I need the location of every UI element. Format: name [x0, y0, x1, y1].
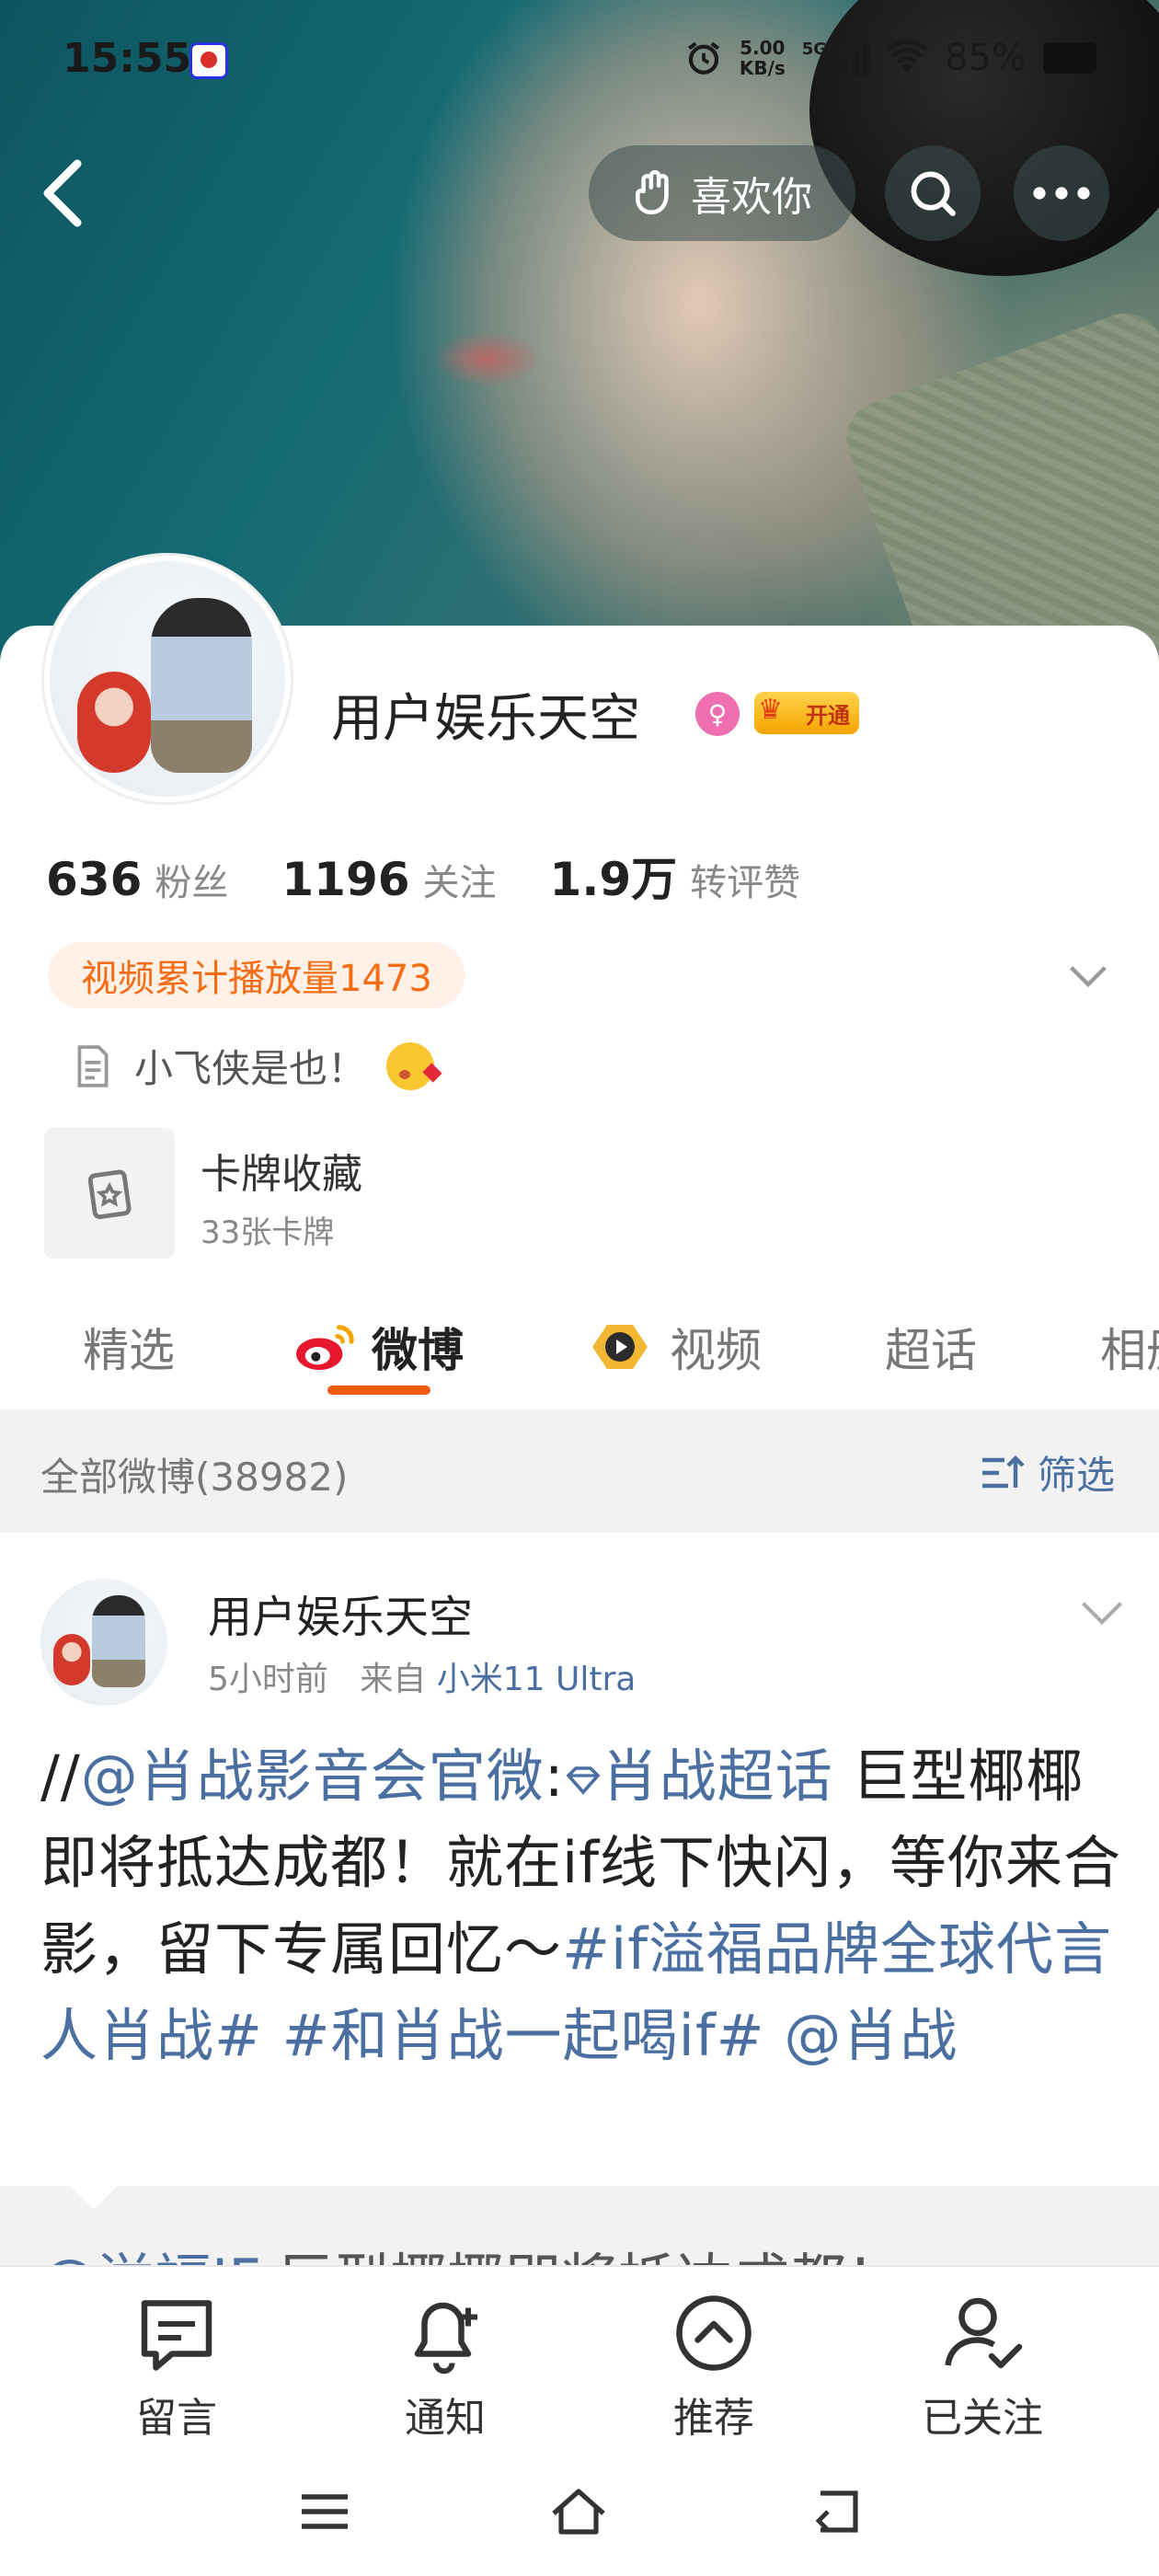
status-time: 15:55 — [63, 35, 192, 82]
bottom-action-bar: 留言 通知 推荐 已关注 — [0, 2265, 1159, 2447]
post-device[interactable]: 小米11 Ultra — [437, 1661, 637, 1698]
message-icon — [141, 2300, 212, 2371]
mention-link[interactable]: @肖战 — [784, 2002, 958, 2069]
crown-icon: ♛ — [758, 694, 783, 726]
stat-following[interactable]: 1196 关注 — [281, 853, 496, 906]
alarm-icon — [687, 41, 719, 75]
stat-interactions[interactable]: 1.9万 转评赞 — [550, 843, 801, 909]
profile-bio: 小飞侠是也！ — [72, 1038, 435, 1094]
quoted-post[interactable]: @溢福IF:巨型椰椰即将抵达成都！ — [0, 2186, 1159, 2278]
super-topic-link[interactable]: 肖战超话 — [565, 1742, 833, 1810]
chevron-up-circle-icon — [676, 2295, 752, 2371]
chevron-left-icon — [43, 159, 82, 227]
document-icon — [77, 1044, 109, 1087]
comment-button[interactable]: 留言 — [85, 2287, 269, 2444]
home-icon — [552, 2489, 605, 2535]
menu-icon — [302, 2494, 348, 2529]
mention-link[interactable]: @肖战影音会官微 — [81, 1742, 545, 1810]
tab-weibo[interactable]: 微博 — [293, 1314, 464, 1380]
search-icon — [911, 171, 956, 216]
post-author-avatar[interactable] — [40, 1579, 167, 1706]
post-author-name[interactable]: 用户娱乐天空 — [208, 1581, 473, 1645]
card-collection-count: 33张卡牌 — [201, 1214, 335, 1251]
notify-button[interactable]: 通知 — [353, 2287, 537, 2444]
search-button[interactable] — [885, 145, 981, 241]
battery-percent: 85% — [945, 37, 1027, 79]
back-arrow-icon — [815, 2490, 858, 2533]
post-from-label: 来自 — [360, 1661, 427, 1698]
signal-icon: 5G — [802, 40, 870, 76]
expand-profile-button[interactable] — [1065, 957, 1111, 994]
hand-heart-icon — [636, 169, 669, 215]
user-check-icon — [945, 2297, 1023, 2369]
hashtag-link[interactable]: #和肖战一起喝if# — [282, 2002, 765, 2069]
status-bar: 15:55 5.00 KB/s 5G 85% — [0, 0, 1159, 110]
card-collection-title[interactable]: 卡牌收藏 — [201, 1141, 362, 1200]
profile-stats: 636 粉丝 1196 关注 1.9万 转评赞 — [46, 843, 854, 909]
more-dots-icon — [1033, 187, 1090, 200]
battery-icon — [1043, 42, 1096, 74]
vip-open-badge[interactable]: ♛ 开通 — [754, 692, 859, 734]
more-button[interactable] — [1014, 145, 1109, 241]
active-tab-indicator — [327, 1386, 430, 1395]
filter-bar: 全部微博(38982) 筛选 — [0, 1409, 1159, 1533]
tab-video[interactable]: 视频 — [585, 1314, 762, 1380]
post-body: //@肖战影音会官微: 肖战超话 巨型椰椰即将抵达成都！就在if线下快闪，等你来合… — [40, 1742, 1122, 2069]
filter-icon — [981, 1455, 1025, 1488]
diamond-icon — [566, 1766, 601, 1795]
post-meta: 5小时前 来自 小米11 Ultra — [208, 1652, 636, 1700]
chevron-down-icon — [1070, 966, 1107, 988]
post-time: 5小时前 — [208, 1661, 328, 1698]
like-you-button[interactable]: 喜欢你 — [589, 145, 855, 241]
tab-super-topic[interactable]: 超话 — [885, 1314, 977, 1380]
kiss-emoji-icon — [386, 1041, 435, 1090]
profile-avatar[interactable] — [44, 556, 291, 802]
recommend-button[interactable]: 推荐 — [622, 2287, 806, 2444]
bell-plus-icon — [414, 2302, 477, 2375]
nav-back-button[interactable] — [806, 2484, 870, 2539]
post-menu-button[interactable] — [1076, 1593, 1128, 1630]
video-play-icon — [592, 1325, 648, 1369]
tab-album[interactable]: 相册 — [1100, 1314, 1159, 1380]
gender-badge-icon: ♀ — [695, 692, 740, 736]
back-button[interactable] — [37, 156, 92, 230]
following-button[interactable]: 已关注 — [890, 2287, 1074, 2444]
stat-fans[interactable]: 636 粉丝 — [46, 853, 228, 906]
baidu-app-icon — [189, 42, 228, 79]
chevron-down-icon — [1082, 1602, 1122, 1626]
system-nav-bar — [0, 2447, 1159, 2576]
weibo-total-count: 全部微博(38982) — [40, 1455, 349, 1500]
video-play-count-badge[interactable]: 视频累计播放量1473 — [48, 942, 465, 1008]
card-star-icon — [87, 1169, 132, 1220]
weibo-logo-icon — [296, 1325, 354, 1371]
profile-tabs: 精选 微博 视频 超话 相册 — [0, 1297, 1159, 1408]
card-collection-icon-box[interactable] — [44, 1128, 175, 1259]
wifi-icon — [886, 40, 928, 73]
bio-text: 小飞侠是也！ — [134, 1046, 367, 1091]
profile-username: 用户娱乐天空 — [331, 689, 640, 749]
filter-button[interactable]: 筛选 — [979, 1444, 1115, 1501]
nav-home-button[interactable] — [546, 2484, 611, 2539]
nav-menu-button[interactable] — [293, 2484, 357, 2539]
tab-featured[interactable]: 精选 — [83, 1314, 175, 1380]
network-speed: 5.00 KB/s — [739, 37, 786, 79]
like-you-label: 喜欢你 — [691, 174, 812, 221]
